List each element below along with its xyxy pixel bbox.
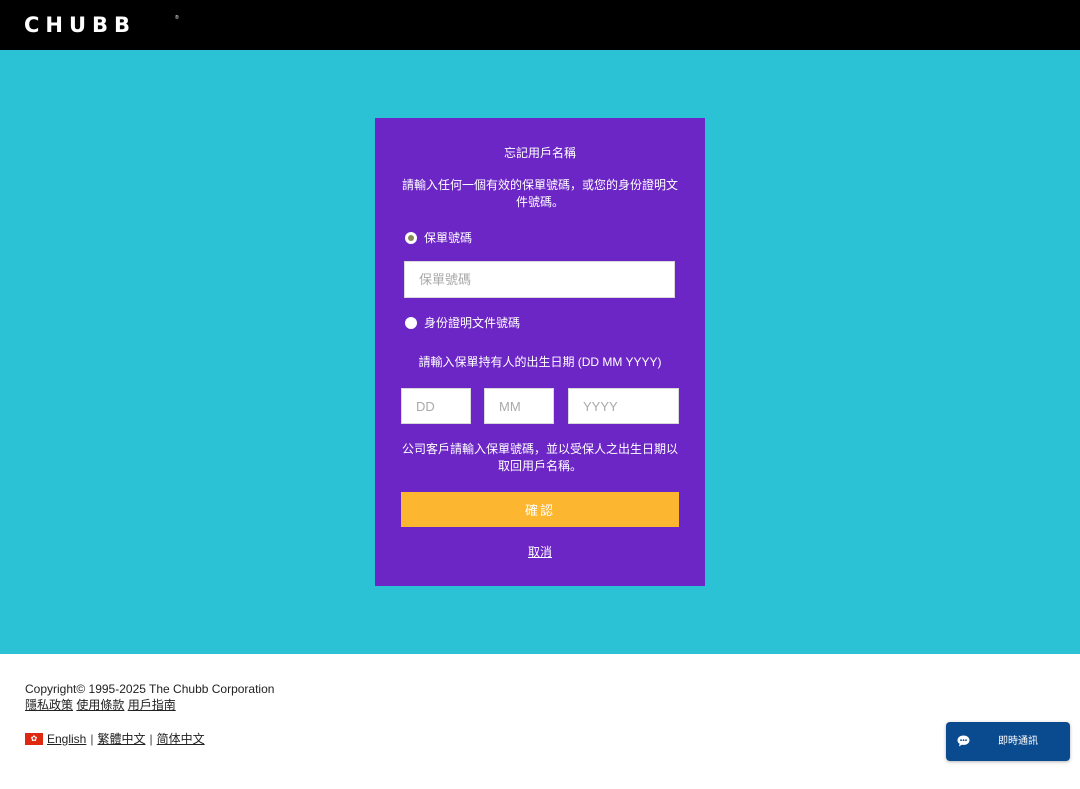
footer-links: 隱私政策 使用條款 用戶指南 <box>25 697 176 713</box>
language-simplified-chinese-link[interactable]: 简体中文 <box>157 731 205 747</box>
language-english-link[interactable]: English <box>47 731 86 747</box>
user-guide-link[interactable]: 用戶指南 <box>128 698 176 712</box>
dob-year-input[interactable] <box>568 388 679 424</box>
option-policy-number-label: 保單號碼 <box>424 231 473 245</box>
page-footer: Copyright© 1995-2025 The Chubb Corporati… <box>0 654 1080 789</box>
cancel-link[interactable]: 取消 <box>375 544 705 560</box>
radio-id-number[interactable] <box>405 317 417 329</box>
instructions-text: 請輸入任何一個有效的保單號碼，或您的身份證明文件號碼。 <box>401 178 678 209</box>
forgot-username-card: 忘記用戶名稱 請輸入任何一個有效的保單號碼，或您的身份證明文件號碼。 保單號碼 … <box>375 118 705 586</box>
privacy-policy-link[interactable]: 隱私政策 <box>25 698 73 712</box>
card-title: 忘記用戶名稱 <box>503 146 576 160</box>
language-traditional-chinese-link[interactable]: 繁體中文 <box>97 731 145 747</box>
live-chat-label: 即時通訊 <box>998 736 1038 747</box>
confirm-button[interactable]: 確認 <box>401 492 679 527</box>
language-separator: | <box>90 732 94 746</box>
language-selector: ✿ English | 繁體中文 | 简体中文 <box>25 731 205 747</box>
registered-mark: ® <box>175 15 179 21</box>
top-header-bar: CHUBB ® <box>0 0 1080 50</box>
option-id-number[interactable]: 身份證明文件號碼 <box>405 315 520 331</box>
chat-bubble-icon <box>957 735 970 747</box>
policy-number-input[interactable] <box>404 261 675 298</box>
live-chat-button[interactable]: 即時通訊 <box>946 722 1070 761</box>
language-separator: | <box>149 732 153 746</box>
terms-of-use-link[interactable]: 使用條款 <box>76 698 124 712</box>
chubb-logo[interactable]: CHUBB <box>24 13 136 37</box>
option-policy-number[interactable]: 保單號碼 <box>405 230 472 246</box>
corporate-customer-note: 公司客戶請輸入保單號碼，並以受保人之出生日期以取回用戶名稱。 <box>401 442 678 473</box>
dob-day-input[interactable] <box>401 388 471 424</box>
copyright-text: Copyright© 1995-2025 The Chubb Corporati… <box>25 682 275 696</box>
option-id-number-label: 身份證明文件號碼 <box>424 316 521 330</box>
dob-month-input[interactable] <box>484 388 554 424</box>
hong-kong-flag-icon: ✿ <box>25 733 43 745</box>
radio-policy-number[interactable] <box>405 232 417 244</box>
dob-label: 請輸入保單持有人的出生日期 (DD MM YYYY) <box>418 355 662 369</box>
